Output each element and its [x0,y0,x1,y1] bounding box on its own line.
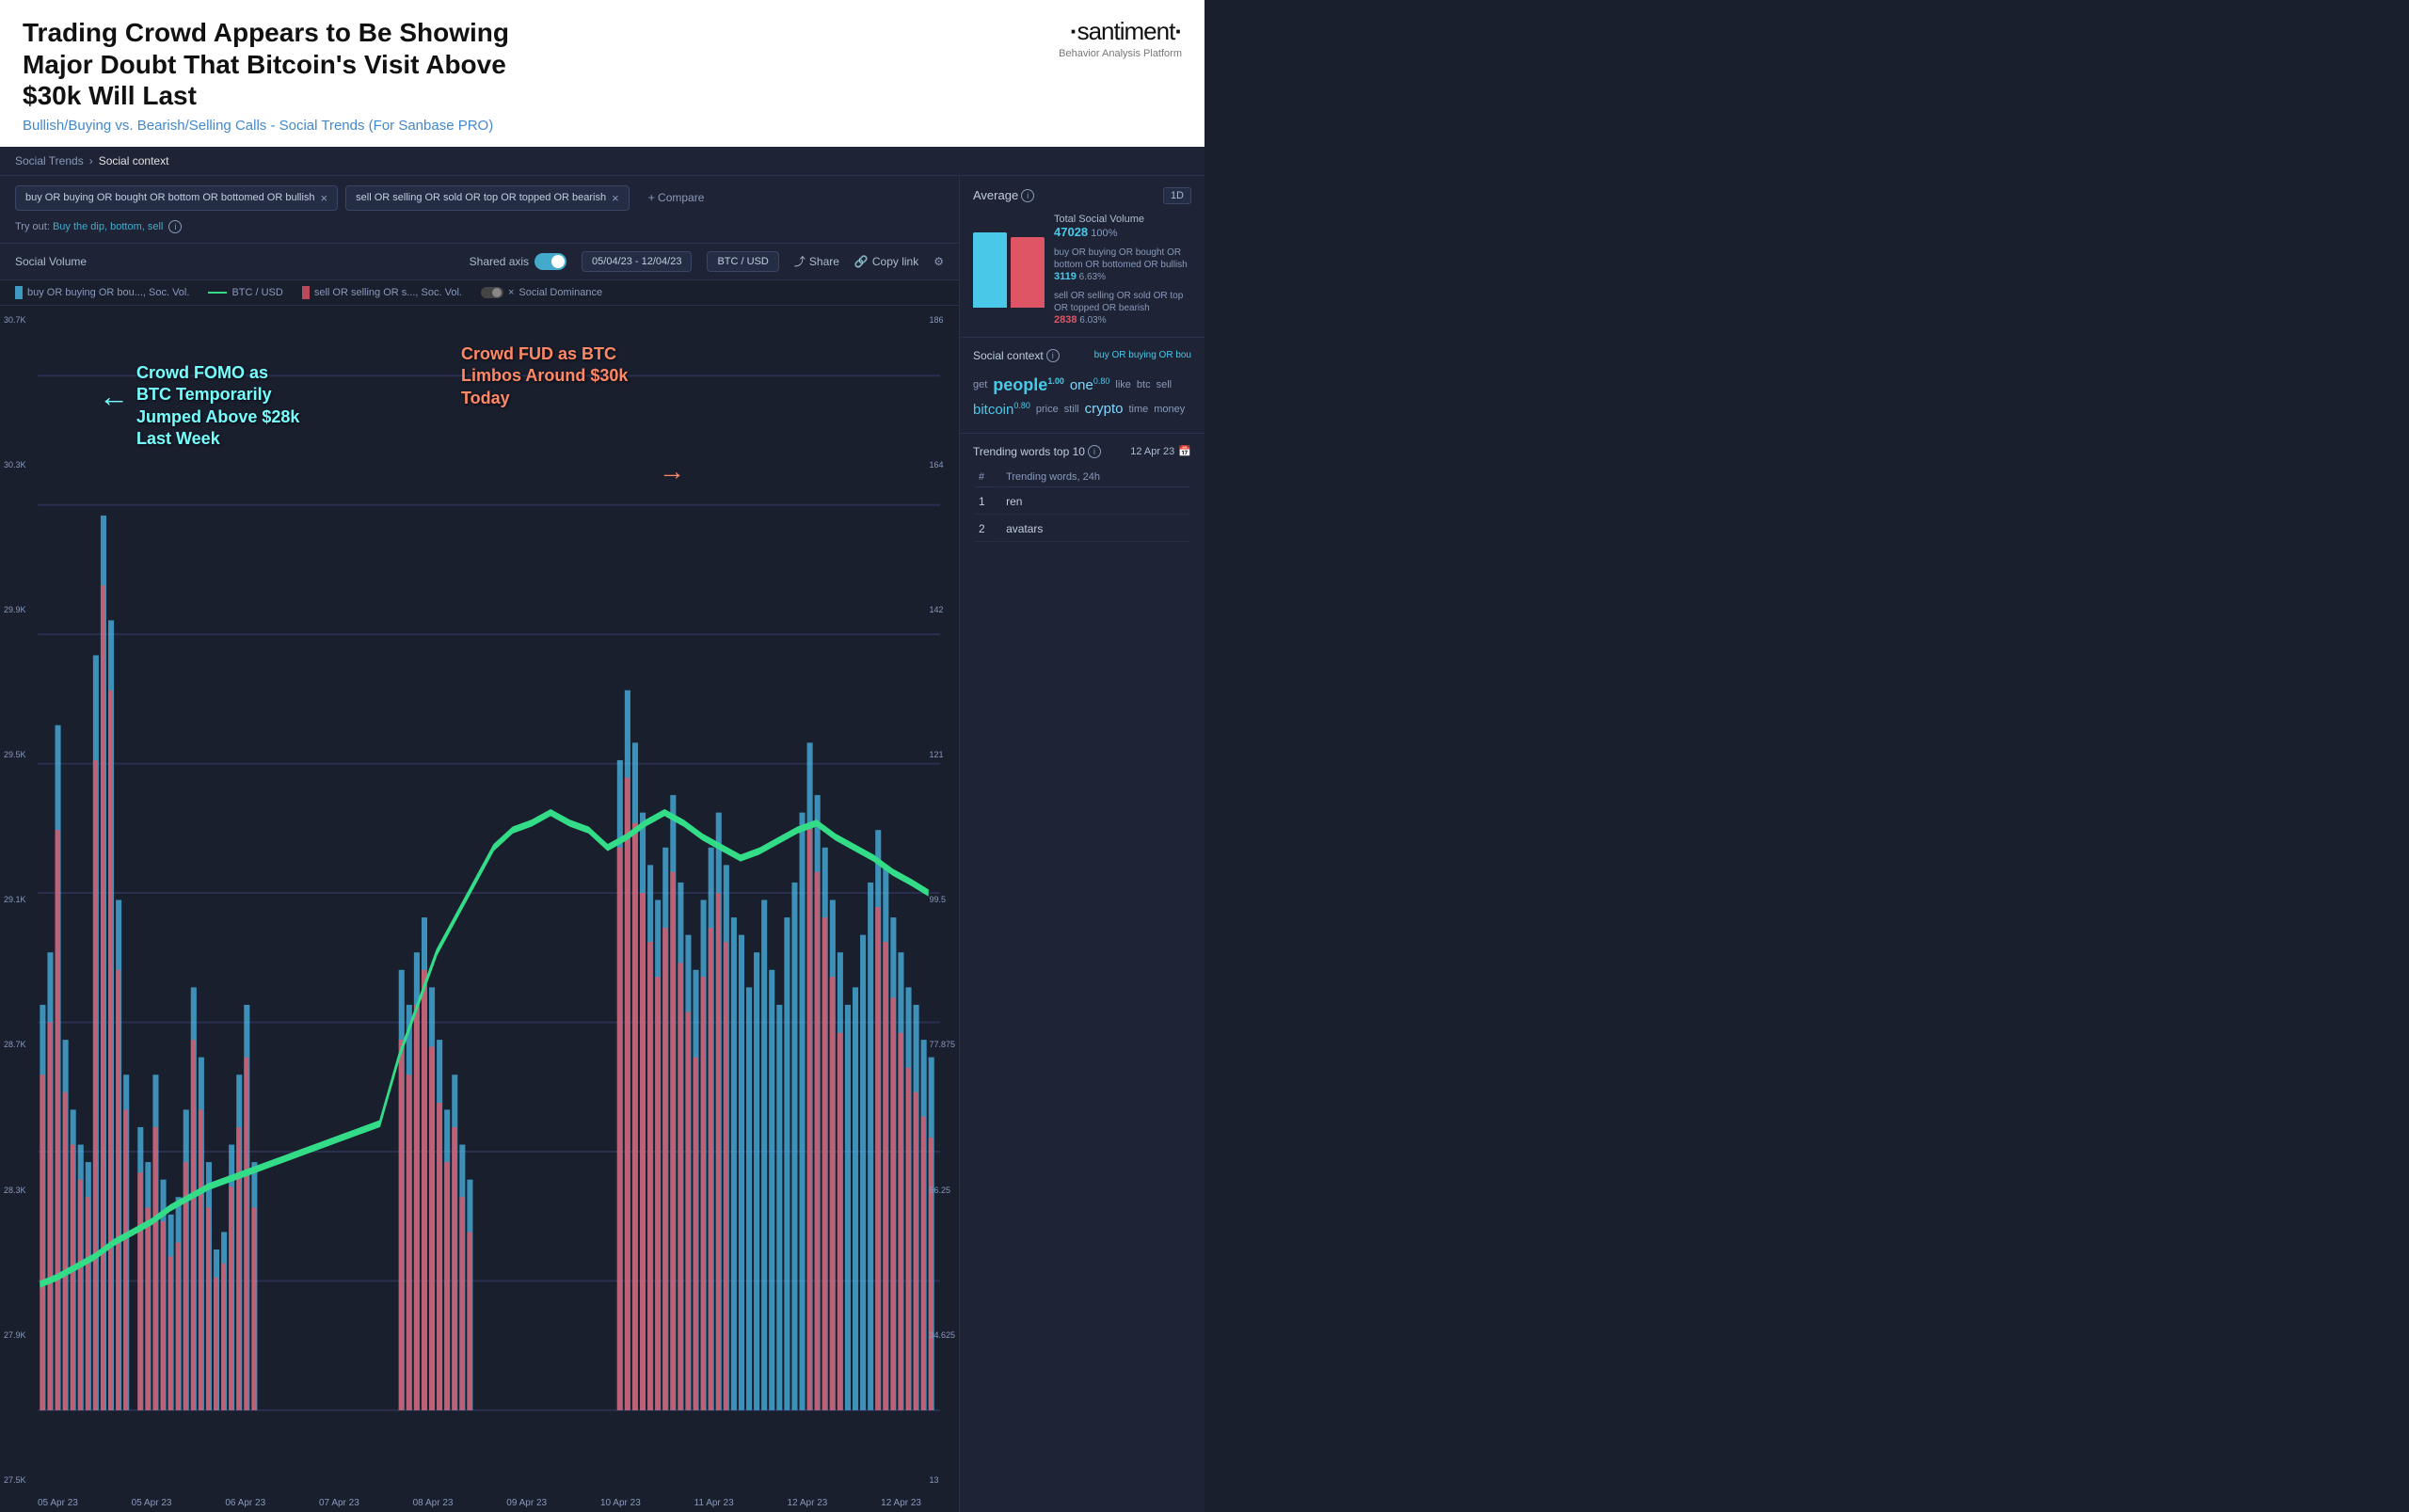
legend-item-2: BTC / USD [208,287,282,298]
close-pill-1-icon[interactable]: × [321,191,328,205]
trending-num-1: 1 [975,489,1000,515]
word-get[interactable]: get [973,379,987,390]
page-title: Trading Crowd Appears to Be Showing Majo… [23,17,568,112]
word-one[interactable]: one0.80 [1070,376,1110,393]
x-axis-labels: 05 Apr 23 05 Apr 23 06 Apr 23 07 Apr 23 … [0,1494,959,1512]
legend-label-1: buy OR buying OR bou..., Soc. Vol. [27,287,189,298]
page-subtitle: Bullish/Buying vs. Bearish/Selling Calls… [23,118,1059,134]
word-bitcoin[interactable]: bitcoin0.80 [973,401,1030,418]
logo: ·santiment· Behavior Analysis Platform [1059,17,1182,59]
social-dominance-toggle[interactable] [481,287,503,298]
trending-word-2[interactable]: avatars [1002,517,1189,542]
word-price[interactable]: price [1036,404,1059,415]
logo-subtitle: Behavior Analysis Platform [1059,48,1182,59]
social-context-header: Social context i buy OR buying OR bou [973,349,1191,362]
try-out-link[interactable]: Buy the dip, bottom, sell [53,221,163,232]
average-bars [973,214,1045,308]
breadcrumb-current: Social context [99,154,169,167]
settings-icon[interactable]: ⚙ [933,255,944,268]
average-header: Average i 1D [973,187,1191,204]
average-total: Total Social Volume 47028 100% [1054,214,1191,239]
average-period[interactable]: 1D [1163,187,1191,204]
copy-link-button[interactable]: 🔗 Copy link [854,255,918,268]
legend-bar: buy OR buying OR bou..., Soc. Vol. BTC /… [0,280,959,306]
search-bar: buy OR buying OR bought OR bottom OR bot… [0,176,959,244]
trending-table: # Trending words, 24h 1 ren 2 avatars [973,466,1191,544]
legend-label-2: BTC / USD [231,287,282,298]
legend-blue-bar-icon [15,286,23,299]
average-section: Average i 1D Total Social Volume 47028 1… [960,176,1204,338]
close-pill-2-icon[interactable]: × [612,191,619,205]
legend-red-bar-icon [302,286,310,299]
header: Trading Crowd Appears to Be Showing Majo… [0,0,1204,147]
right-sidebar: Average i 1D Total Social Volume 47028 1… [960,176,1204,1512]
average-bar-red [1011,237,1045,308]
legend-item-3: sell OR selling OR s..., Soc. Vol. [302,286,462,299]
pair-selector[interactable]: BTC / USD [707,251,778,272]
word-sell[interactable]: sell [1157,379,1173,390]
trending-row-2: 2 avatars [975,517,1189,542]
social-context-section: Social context i buy OR buying OR bou ge… [960,338,1204,434]
average-item-1: buy OR buying OR bought OR bottom OR bot… [1054,247,1191,282]
legend-item-1: buy OR buying OR bou..., Soc. Vol. [15,286,189,299]
average-item2-value: 2838 [1054,314,1077,326]
chart-toolbar: Social Volume Shared axis 05/04/23 - 12/… [0,244,959,280]
trending-num-2: 2 [975,517,1000,542]
trending-word-1[interactable]: ren [1002,489,1189,515]
average-info-icon[interactable]: i [1021,189,1034,202]
shared-axis-toggle[interactable]: Shared axis [470,253,566,270]
legend-label-3: sell OR selling OR s..., Soc. Vol. [314,287,462,298]
breadcrumb-parent[interactable]: Social Trends [15,154,84,167]
search-pill-2[interactable]: sell OR selling OR sold OR top OR topped… [345,185,630,211]
share-button[interactable]: ⤴ Share [794,253,839,269]
word-time[interactable]: time [1128,404,1148,415]
legend-green-line-icon [208,292,227,294]
trending-row-1: 1 ren [975,489,1189,515]
trending-date: 12 Apr 23 📅 [1130,445,1191,457]
average-item-2: sell OR selling OR sold OR top OR topped… [1054,290,1191,326]
trending-info-icon[interactable]: i [1088,445,1101,458]
logo-text: ·santiment· [1059,17,1182,46]
trending-col-word: Trending words, 24h [1002,468,1189,487]
trending-title: Trending words top 10 [973,445,1085,458]
trending-section: Trending words top 10 i 12 Apr 23 📅 # Tr… [960,434,1204,555]
main-content: buy OR buying OR bought OR bottom OR bot… [0,176,1204,1512]
word-crypto[interactable]: crypto [1085,401,1124,417]
average-total-value: 47028 [1054,225,1088,239]
compare-button[interactable]: + Compare [641,187,712,208]
try-out-info-icon[interactable]: i [168,220,182,233]
link-icon: 🔗 [854,255,869,268]
social-context-info-icon[interactable]: i [1046,349,1060,362]
try-out: Try out: Buy the dip, bottom, sell i [15,218,944,233]
header-left: Trading Crowd Appears to Be Showing Majo… [23,17,1059,134]
date-range-selector[interactable]: 05/04/23 - 12/04/23 [582,251,692,272]
word-like[interactable]: like [1115,379,1131,390]
average-content: Total Social Volume 47028 100% buy OR bu… [973,214,1191,326]
legend-close-icon[interactable]: × [508,287,514,298]
chart-svg [0,306,959,1494]
breadcrumb: Social Trends › Social context [0,147,1204,176]
trending-col-num: # [975,468,1000,487]
calendar-icon[interactable]: 📅 [1178,445,1191,457]
chart-container: 30.7K 30.3K 29.9K 29.5K 29.1K 28.7K 28.3… [0,306,959,1494]
search-pill-1[interactable]: buy OR buying OR bought OR bottom OR bot… [15,185,338,211]
share-icon: ⤴ [794,253,806,269]
trending-header: Trending words top 10 i 12 Apr 23 📅 [973,445,1191,458]
word-still[interactable]: still [1064,404,1079,415]
average-bar-blue [973,232,1007,308]
social-context-subtitle: buy OR buying OR bou [1094,350,1191,360]
average-title: Average [973,188,1018,202]
social-context-title: Social context [973,349,1044,362]
word-people[interactable]: people1.00 [993,375,1064,395]
social-volume-label: Social Volume [15,255,87,268]
shared-axis-switch[interactable] [534,253,566,270]
chart-area: buy OR buying OR bought OR bottom OR bot… [0,176,960,1512]
legend-label-4: Social Dominance [518,287,602,298]
average-stats: Total Social Volume 47028 100% buy OR bu… [1054,214,1191,326]
legend-item-4[interactable]: × Social Dominance [481,287,602,298]
word-btc[interactable]: btc [1137,379,1151,390]
word-money[interactable]: money [1154,404,1185,415]
word-cloud: get people1.00 one0.80 like btc sell bit… [973,372,1191,422]
average-item1-value: 3119 [1054,271,1077,282]
